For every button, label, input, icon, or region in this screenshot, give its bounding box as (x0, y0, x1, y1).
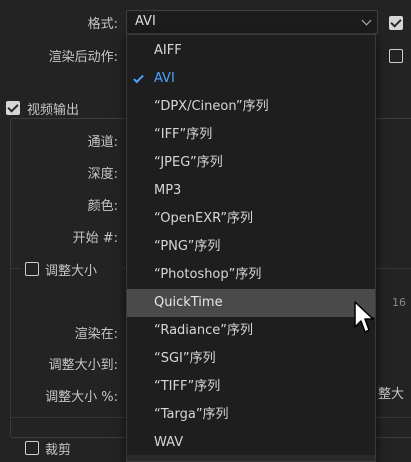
menu-item-label: WAV (154, 435, 184, 450)
menu-item-radiance[interactable]: “Radiance”序列 (127, 317, 375, 345)
format-select[interactable]: AVI (126, 10, 378, 34)
partial-text-right-1: 16 (392, 296, 406, 309)
menu-item-iff[interactable]: “IFF”序列 (127, 121, 375, 149)
post-render-label: 渲染后动作: (48, 50, 118, 65)
start-label: 开始 #: (72, 231, 118, 246)
menu-item-label: “DPX/Cineon”序列 (154, 99, 269, 114)
menu-item-label: “PNG”序列 (154, 239, 221, 254)
menu-item-label: QuickTime (154, 295, 223, 310)
partial-text-right-2: 整大 (378, 387, 405, 402)
color-label: 颜色: (87, 199, 118, 214)
menu-item-label: “Radiance”序列 (154, 323, 253, 338)
resize-percent-label: 调整大小 %: (45, 390, 118, 405)
format-options-checkbox[interactable] (389, 16, 403, 30)
menu-item-label: “Photoshop”序列 (154, 267, 262, 282)
menu-item-png[interactable]: “PNG”序列 (127, 233, 375, 261)
menu-item-openexr[interactable]: “OpenEXR”序列 (127, 205, 375, 233)
menu-item-label: AVI (154, 71, 175, 86)
channel-label: 通道: (87, 135, 118, 150)
depth-label: 深度: (87, 167, 118, 182)
menu-item-avi[interactable]: AVI (127, 65, 375, 93)
format-select-value: AVI (135, 14, 156, 29)
crop-checkbox[interactable] (25, 441, 39, 455)
menu-item-sgi[interactable]: “SGI”序列 (127, 345, 375, 373)
resize-checkbox[interactable] (25, 262, 39, 276)
menu-item-quicktime[interactable]: QuickTime (127, 289, 375, 317)
menu-item-label: “OpenEXR”序列 (154, 211, 254, 226)
checkmark-icon (133, 72, 144, 84)
menu-item-mp3[interactable]: MP3 (127, 177, 375, 205)
resize-label: 调整大小 (45, 264, 98, 279)
menu-item-label: “IFF”序列 (154, 127, 213, 142)
render-at-label: 渲染在: (74, 327, 118, 342)
menu-item-targa[interactable]: “Targa”序列 (127, 401, 375, 429)
menu-item-dpx-cineon[interactable]: “DPX/Cineon”序列 (127, 93, 375, 121)
menu-item-photoshop[interactable]: “Photoshop”序列 (127, 261, 375, 289)
resize-to-label: 调整大小到: (48, 358, 118, 373)
format-dropdown-menu: AIFF AVI “DPX/Cineon”序列 “IFF”序列 “JPEG”序列… (126, 34, 376, 462)
chevron-down-icon (361, 15, 372, 26)
menu-item-jpeg[interactable]: “JPEG”序列 (127, 149, 375, 177)
menu-item-label: “TIFF”序列 (154, 379, 221, 394)
menu-item-label: AIFF (154, 43, 182, 58)
video-output-label: 视频输出 (27, 103, 80, 118)
crop-label: 裁剪 (45, 443, 72, 458)
post-render-checkbox[interactable] (389, 49, 403, 63)
mouse-pointer-icon (354, 301, 374, 333)
menu-item-wav[interactable]: WAV (127, 429, 375, 457)
menu-item-tiff[interactable]: “TIFF”序列 (127, 373, 375, 401)
video-output-checkbox[interactable] (6, 101, 20, 115)
menu-item-label: “SGI”序列 (154, 351, 216, 366)
menu-item-label: MP3 (154, 183, 182, 198)
menu-item-aiff[interactable]: AIFF (127, 37, 375, 65)
menu-bottom-strip (127, 455, 375, 461)
menu-item-label: “Targa”序列 (154, 407, 229, 422)
format-label: 格式: (87, 17, 118, 32)
menu-item-label: “JPEG”序列 (154, 155, 223, 170)
